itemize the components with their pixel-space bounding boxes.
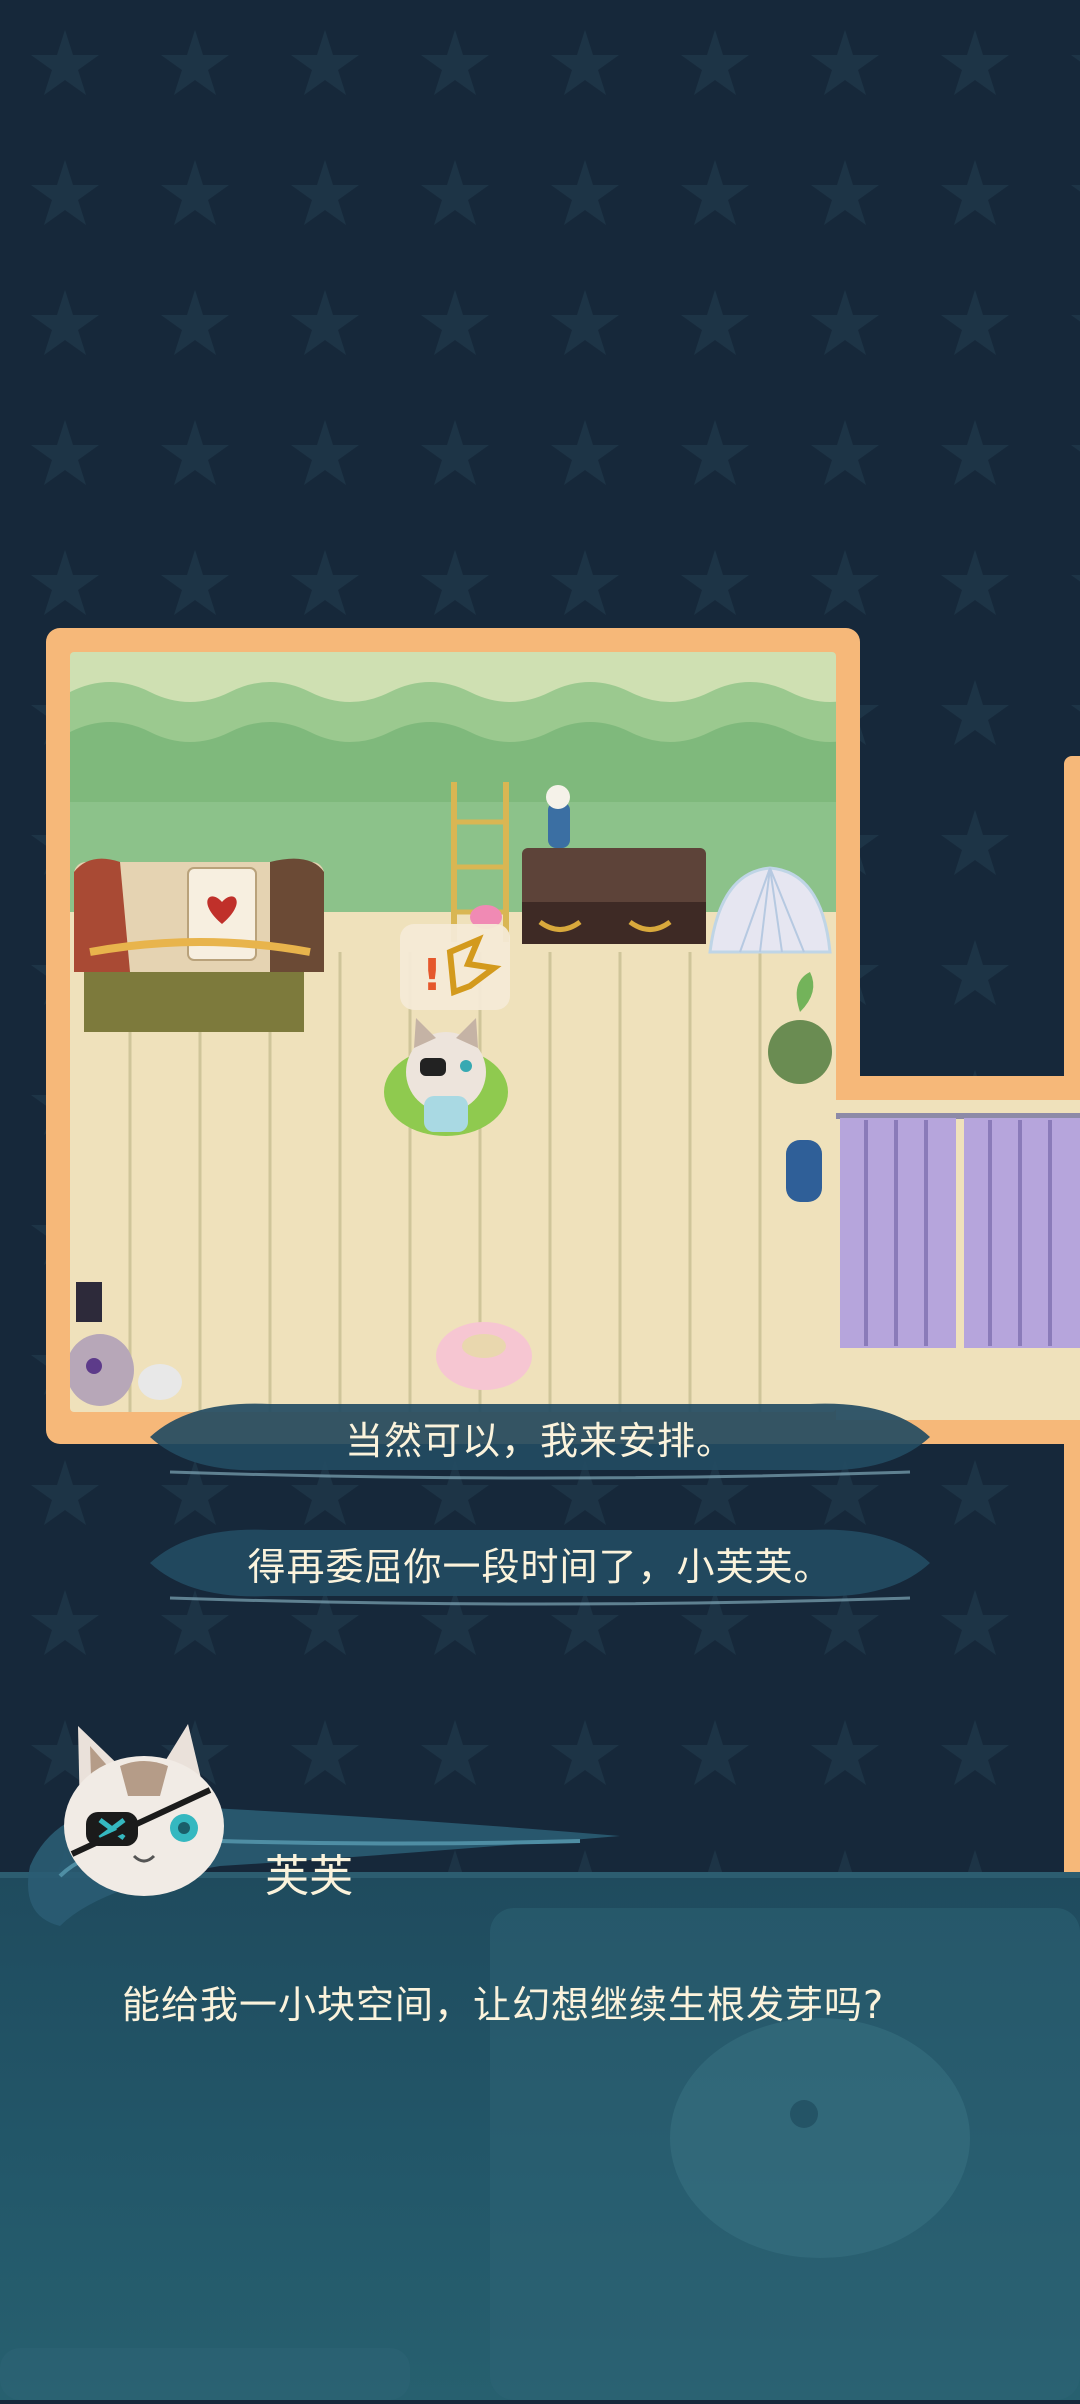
- choice-option-1[interactable]: 当然可以，我来安排。: [150, 1394, 930, 1480]
- thought-bubble: !: [400, 924, 510, 1010]
- choice-option-2[interactable]: 得再委屈你一段时间了，小芙芙。: [150, 1520, 930, 1606]
- lavender-curtains: [836, 1100, 1080, 1420]
- card-bed: [74, 858, 324, 1032]
- speaker-portrait: [28, 1724, 620, 1926]
- room-interior: !: [70, 652, 836, 1412]
- speaker-name: 芙芙: [265, 1851, 353, 1902]
- room-frame: !: [46, 628, 860, 1444]
- side-room-frame: [836, 1076, 1080, 1444]
- exclamation-mark: !: [422, 950, 442, 1001]
- dialog-text: 能给我一小块空间，让幻想继续生根发芽吗?: [122, 1983, 885, 2027]
- cat-avatar-icon: [64, 1724, 224, 1896]
- pink-stool: [436, 1322, 532, 1390]
- side-room-interior: [836, 1100, 1080, 1420]
- choice-label-1: 当然可以，我来安排。: [344, 1418, 735, 1463]
- dialog-background-decor: [0, 1908, 1080, 2400]
- dialog-panel[interactable]: [0, 1878, 1080, 2400]
- choice-label-2: 得再委屈你一段时间了，小芙芙。: [247, 1544, 833, 1589]
- room-scene: !: [70, 652, 836, 1412]
